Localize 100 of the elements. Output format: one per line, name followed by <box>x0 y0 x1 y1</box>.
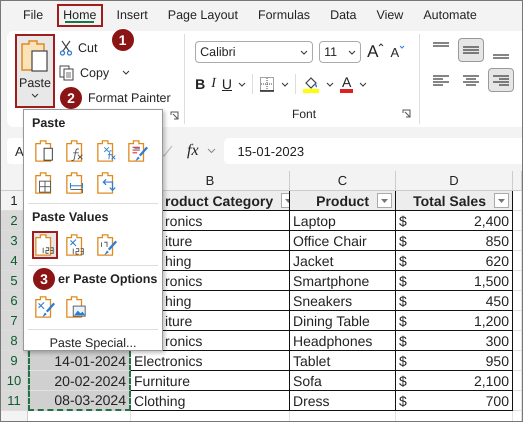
ribbon-tab[interactable]: Page Layout <box>162 4 244 26</box>
empty-cell <box>513 351 522 371</box>
borders-icon[interactable] <box>259 76 276 92</box>
empty-cell <box>513 231 522 251</box>
menu-section-title: Paste <box>32 116 66 130</box>
caret-down-icon <box>399 44 406 50</box>
empty-cell <box>513 391 522 411</box>
sales-amount: 2,100 <box>474 372 509 388</box>
header-cell: Total Sales <box>413 192 486 208</box>
caret-icon <box>281 82 290 86</box>
font-color-button[interactable]: A <box>340 75 354 93</box>
ribbon-tab[interactable]: Data <box>324 4 362 26</box>
column-header[interactable]: D <box>396 171 513 191</box>
dialog-launcher-icon[interactable] <box>170 111 180 120</box>
currency-symbol: $ <box>399 212 407 228</box>
align-right-icon <box>492 74 510 86</box>
clipboard-values-icon[interactable] <box>32 231 58 259</box>
font-name-dropdown[interactable]: Calibri <box>195 41 314 63</box>
group-label: Font <box>292 107 316 121</box>
empty-cell <box>513 211 522 231</box>
grow-font-button[interactable]: A <box>367 42 384 62</box>
sales-amount: 700 <box>486 392 509 408</box>
row-header[interactable]: 10 <box>1 371 28 391</box>
formula-field[interactable]: 15-01-2023 <box>224 138 522 164</box>
caret-icon <box>359 82 368 86</box>
table-cell: Sneakers <box>290 291 396 311</box>
italic-button[interactable]: I <box>211 76 216 92</box>
empty-cell <box>513 331 522 351</box>
currency-symbol: $ <box>399 252 407 268</box>
currency-symbol: $ <box>399 232 407 248</box>
ribbon-tab[interactable]: Home <box>57 4 102 26</box>
table-cell: Dining Table <box>290 311 396 331</box>
table-cell: 08-03-2024 <box>28 391 131 411</box>
paste-special-menu-item[interactable]: Paste Special... <box>28 329 158 350</box>
caret-icon <box>348 50 356 54</box>
table-cell: Smartphone <box>290 271 396 291</box>
empty-cell <box>513 291 522 311</box>
sales-amount: 1,200 <box>474 312 509 328</box>
header-cell: Product <box>316 192 369 208</box>
currency-symbol: $ <box>399 372 407 388</box>
menu-section-title: Paste Values <box>32 210 108 224</box>
currency-symbol: $ <box>399 272 407 288</box>
align-button[interactable] <box>488 68 514 92</box>
caret-up-icon <box>378 42 384 47</box>
table-cell: Sofa <box>290 371 396 391</box>
sales-amount: 950 <box>486 352 509 368</box>
step-badge: 2 <box>59 86 83 110</box>
empty-cell <box>513 251 522 271</box>
row-header[interactable]: 9 <box>1 351 28 371</box>
bold-button[interactable]: B <box>195 76 206 92</box>
header-cell: roduct Category <box>165 192 274 208</box>
underline-button[interactable]: U <box>222 76 232 92</box>
table-cell: Jacket <box>290 251 396 271</box>
empty-cell <box>513 271 522 291</box>
ribbon-tab[interactable]: Automate <box>417 4 483 26</box>
column-header[interactable]: C <box>290 171 396 191</box>
sales-amount: 450 <box>486 292 509 308</box>
currency-symbol: $ <box>399 352 407 368</box>
align-button[interactable] <box>458 38 484 62</box>
table-cell: Headphones <box>290 331 396 351</box>
copy-icon <box>59 64 75 80</box>
insert-function-button[interactable]: fx <box>187 142 199 160</box>
sales-amount: 300 <box>486 332 509 348</box>
sales-amount: 1,500 <box>474 272 509 288</box>
scissors-icon <box>59 40 73 56</box>
filter-dropdown-icon[interactable] <box>494 193 509 208</box>
filter-dropdown-icon[interactable] <box>377 193 392 208</box>
caret-icon <box>31 93 39 98</box>
currency-symbol: $ <box>399 392 407 408</box>
dialog-launcher-icon[interactable] <box>402 109 411 118</box>
caret-icon <box>238 82 246 86</box>
fill-color-icon[interactable] <box>302 75 320 93</box>
align-middle-icon <box>462 46 480 54</box>
table-cell: Laptop <box>290 211 396 231</box>
shrink-font-button[interactable]: A <box>390 44 406 60</box>
caret-icon <box>300 50 308 54</box>
copy-button[interactable]: Copy <box>80 66 110 80</box>
caret-icon <box>122 70 130 75</box>
sales-amount: 2,400 <box>474 212 509 228</box>
ribbon-tab[interactable]: Insert <box>110 4 154 26</box>
row-header[interactable]: 11 <box>1 391 28 411</box>
paste-button[interactable]: Paste <box>15 34 55 108</box>
currency-symbol: $ <box>399 292 407 308</box>
align-top-icon <box>432 42 450 47</box>
currency-symbol: $ <box>399 332 407 348</box>
align-bottom-icon <box>492 54 510 59</box>
step-badge: 3 <box>32 266 56 290</box>
table-cell: 20-02-2024 <box>28 371 131 391</box>
ribbon-tab[interactable]: File <box>17 4 50 26</box>
align-center-icon <box>462 74 480 86</box>
empty-cell <box>513 311 522 331</box>
cut-button[interactable]: Cut <box>78 40 98 54</box>
table-cell: Furniture <box>131 371 290 391</box>
table-cell: Tablet <box>290 351 396 371</box>
ribbon-tab[interactable]: Formulas <box>252 4 316 26</box>
table-cell: Office Chair <box>290 231 396 251</box>
table-cell: Clothing <box>131 391 290 411</box>
font-size-dropdown[interactable]: 11 <box>319 41 362 63</box>
format-painter-button[interactable]: Format Painter <box>88 90 171 104</box>
ribbon-tab[interactable]: View <box>370 4 410 26</box>
